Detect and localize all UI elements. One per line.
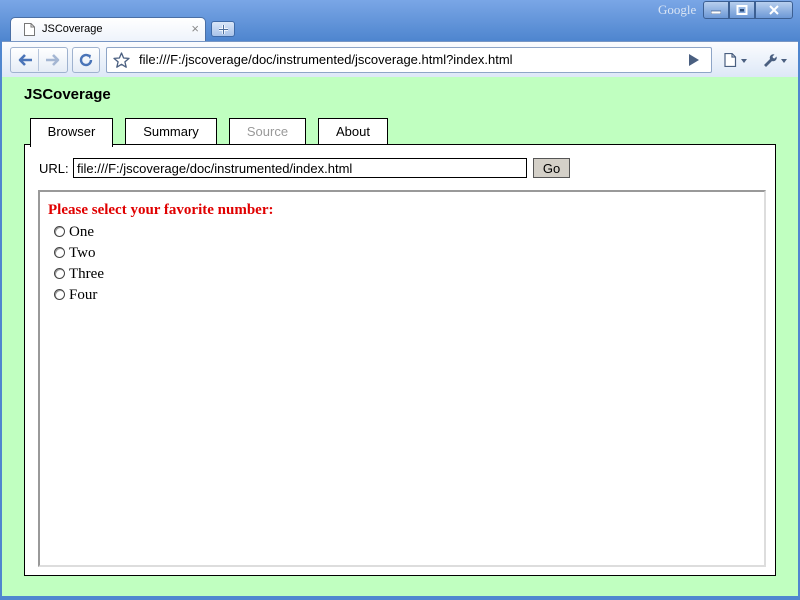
close-window-button[interactable] [755, 1, 793, 19]
option-label: One [69, 224, 94, 240]
tab-browser[interactable]: Browser [30, 118, 113, 147]
back-arrow-icon [18, 54, 32, 66]
plus-icon [219, 25, 228, 34]
tab-about[interactable]: About [318, 118, 388, 146]
play-arrow-icon[interactable] [689, 54, 699, 66]
url-input[interactable] [73, 158, 527, 178]
close-icon [769, 5, 779, 15]
forward-arrow-icon [46, 54, 60, 66]
option-four[interactable]: Four [54, 287, 97, 307]
page-icon [24, 23, 35, 36]
url-label: URL: [39, 161, 69, 176]
reload-button[interactable] [72, 47, 100, 73]
google-brand-label: Google [658, 2, 697, 17]
browser-toolbar: file:///F:/jscoverage/doc/instrumented/j… [2, 41, 798, 77]
tab-summary[interactable]: Summary [125, 118, 217, 146]
new-tab-button[interactable] [211, 21, 235, 37]
browser-panel: URL: Go Please select your favorite numb… [24, 144, 776, 576]
option-label: Three [69, 266, 104, 282]
restore-icon [736, 5, 748, 15]
tab-source: Source [229, 118, 306, 146]
reload-icon [79, 53, 93, 67]
wrench-icon[interactable] [762, 53, 790, 67]
back-button[interactable] [10, 47, 40, 73]
maximize-button[interactable] [729, 1, 755, 19]
go-button[interactable]: Go [533, 158, 570, 178]
star-icon[interactable] [113, 52, 130, 69]
minimize-button[interactable] [703, 1, 729, 19]
address-bar[interactable]: file:///F:/jscoverage/doc/instrumented/j… [106, 47, 712, 73]
radio-button[interactable] [54, 247, 65, 258]
browser-frame: Please select your favorite number: One … [38, 190, 766, 567]
page-content: JSCoverage Browser Summary Source About … [2, 77, 798, 596]
page-title: JSCoverage [24, 86, 111, 103]
option-one[interactable]: One [54, 224, 94, 244]
close-tab-icon[interactable]: × [191, 21, 199, 37]
tab-title: JSCoverage [42, 23, 103, 35]
radio-button[interactable] [54, 289, 65, 300]
radio-button[interactable] [54, 268, 65, 279]
option-label: Two [69, 245, 96, 261]
option-three[interactable]: Three [54, 266, 104, 286]
page-menu-icon[interactable] [724, 53, 750, 67]
option-label: Four [69, 287, 98, 303]
minimize-icon [711, 10, 721, 14]
address-url: file:///F:/jscoverage/doc/instrumented/j… [139, 52, 513, 67]
option-two[interactable]: Two [54, 245, 95, 265]
question-text: Please select your favorite number: [48, 202, 274, 218]
radio-button[interactable] [54, 226, 65, 237]
forward-button[interactable] [38, 47, 68, 73]
browser-tab[interactable]: JSCoverage × [10, 17, 206, 41]
